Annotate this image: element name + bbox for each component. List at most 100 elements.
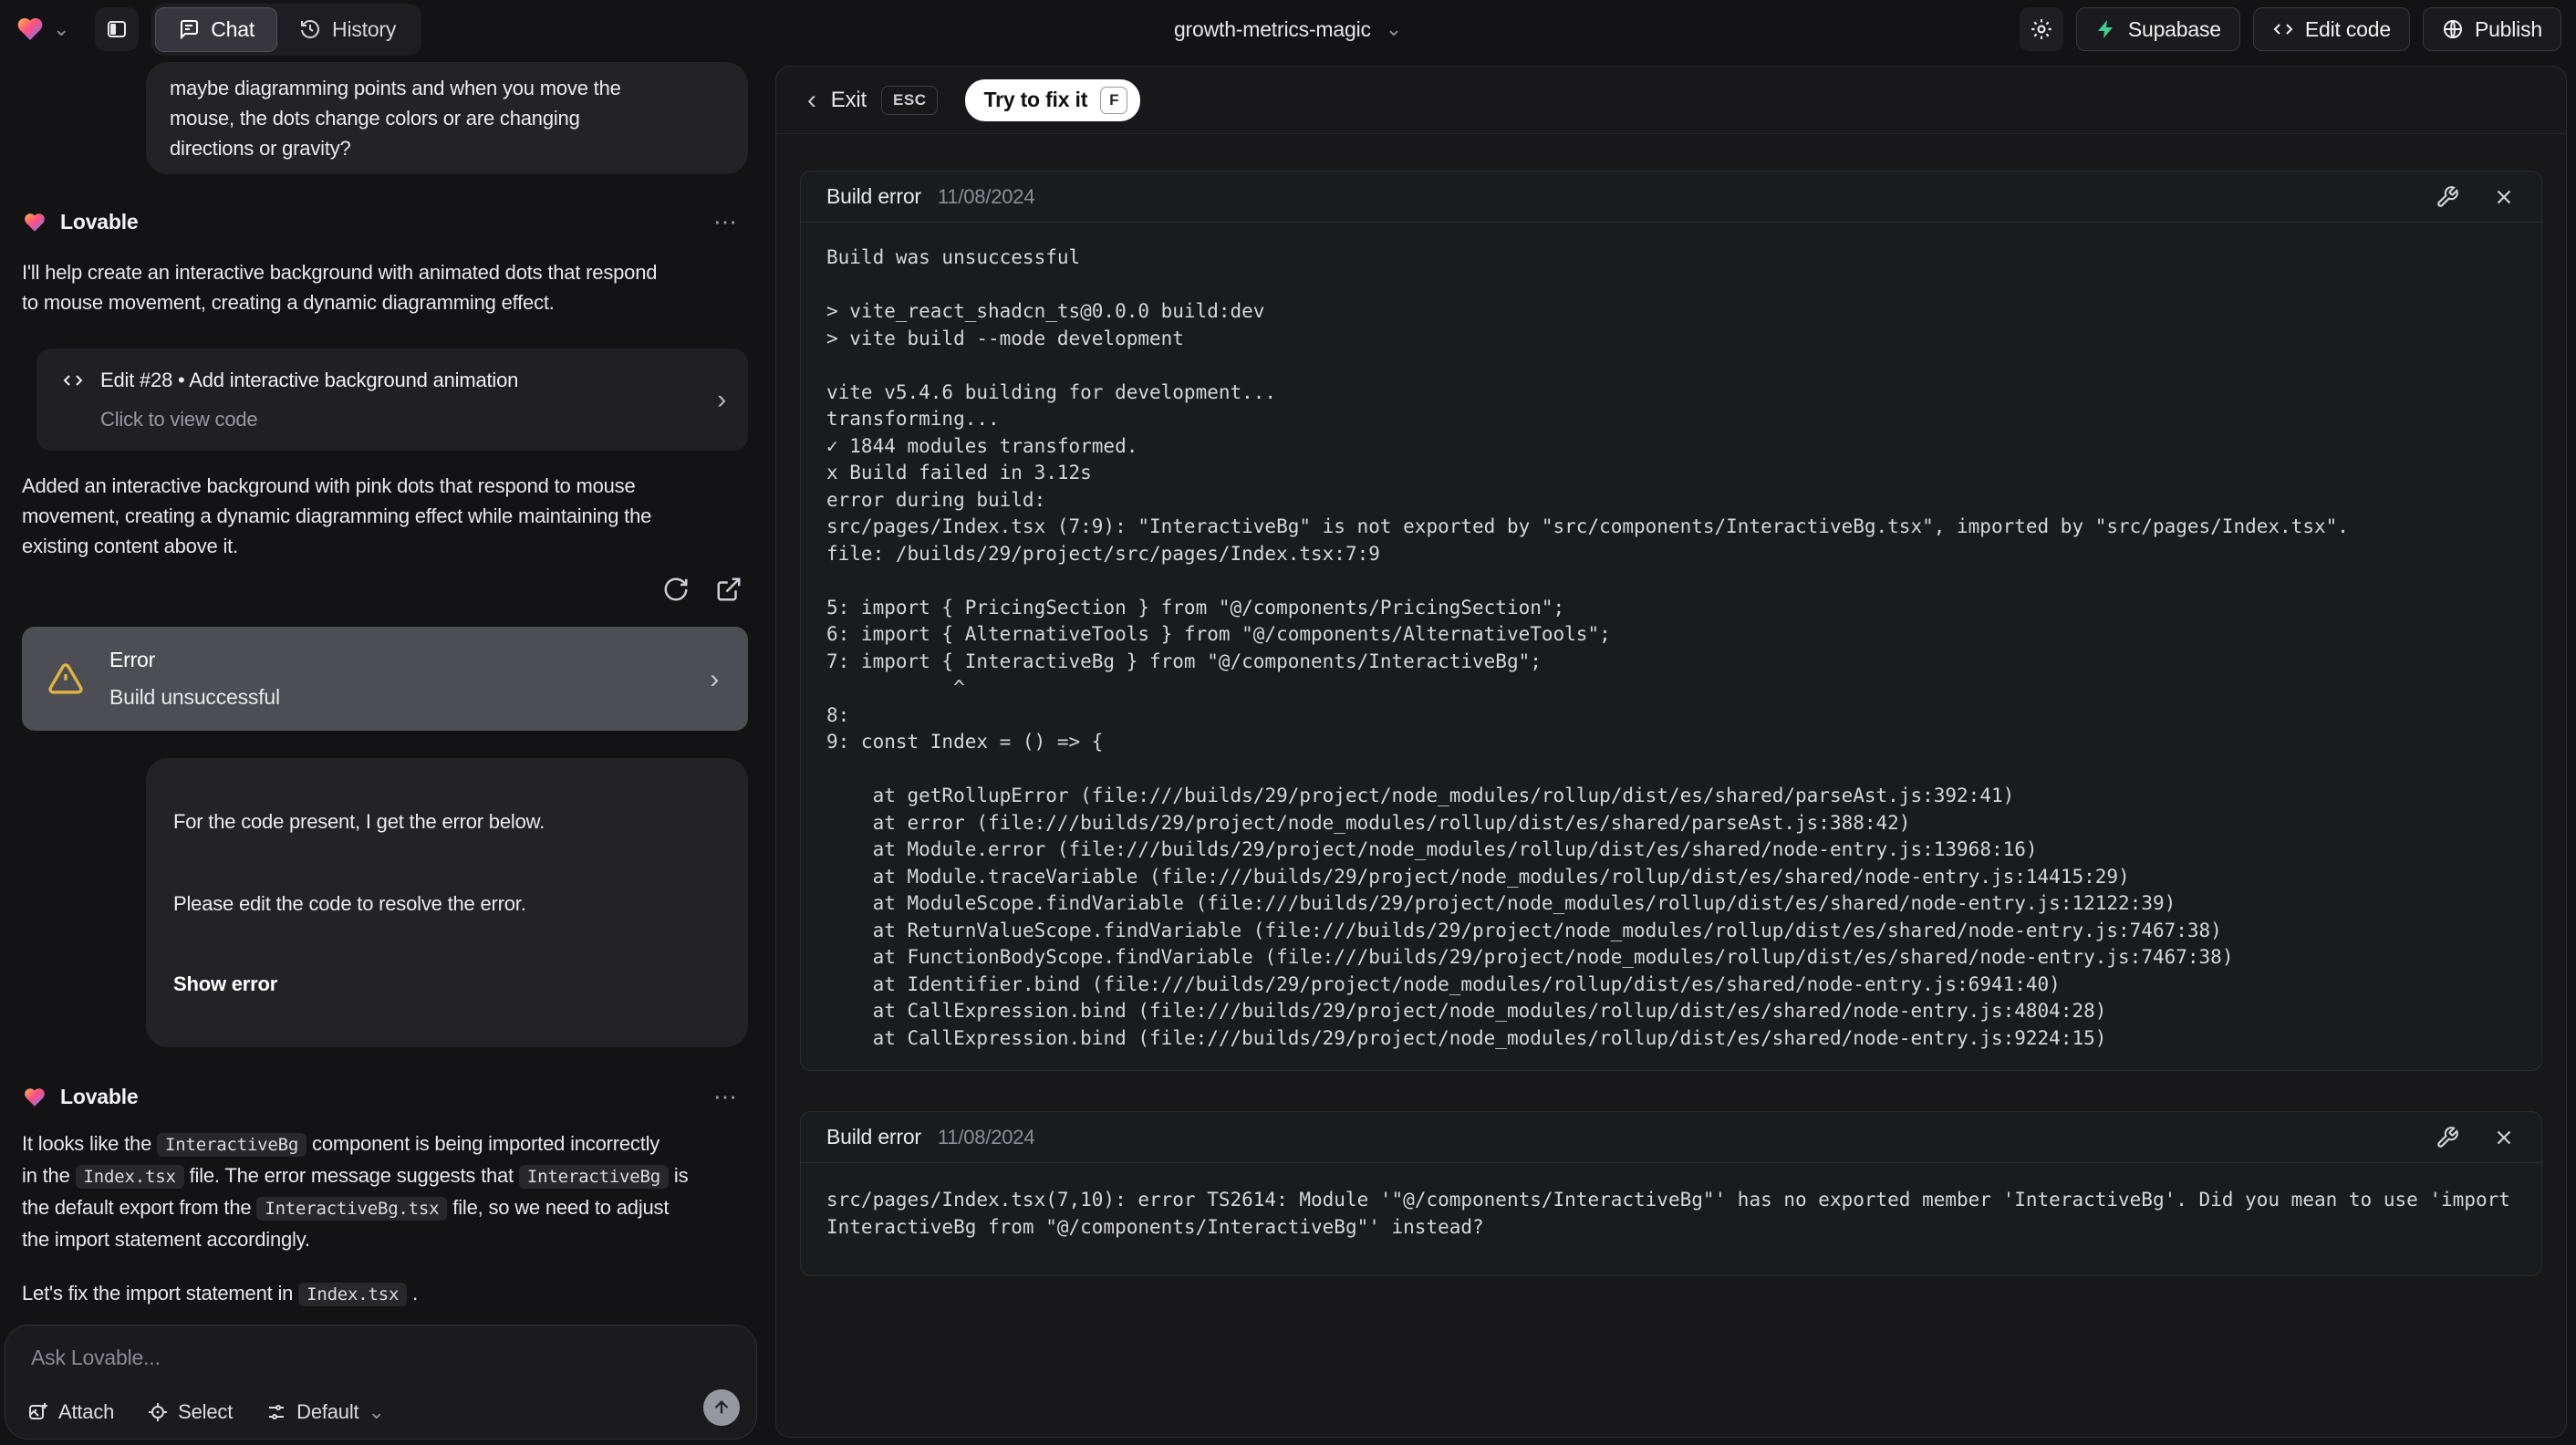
attach-label: Attach — [58, 1400, 115, 1423]
attach-image-icon — [27, 1401, 49, 1423]
chevron-down-icon: ⌄ — [53, 17, 70, 40]
edit-28-subtitle: Click to view code — [100, 408, 258, 431]
sidebar-panel-icon — [106, 18, 128, 40]
build-error-card-2-body: src/pages/Index.tsx(7,10): error TS2614:… — [801, 1163, 2541, 1275]
settings-button[interactable] — [2019, 7, 2063, 51]
inline-code: Index.tsx — [298, 1283, 408, 1306]
user-text: For the code present, I get the error be… — [173, 810, 545, 833]
lovable-heart-avatar — [22, 211, 47, 234]
assistant-text: It looks like the InteractiveBg componen… — [22, 1132, 689, 1251]
show-error-link[interactable]: Show error — [173, 969, 721, 999]
assistant-name: Lovable — [60, 210, 139, 234]
build-error-date: 11/08/2024 — [937, 184, 1035, 208]
default-label: Default — [296, 1400, 359, 1423]
history-clock-icon — [299, 18, 321, 40]
error-overlay-body: Build error 11/08/2024 Build was unsucce… — [776, 134, 2566, 1313]
chat-bubble-icon — [178, 18, 200, 40]
try-to-fix-button[interactable]: Try to fix it F — [965, 78, 1141, 121]
arrow-up-icon — [712, 1398, 732, 1418]
tab-history[interactable]: History — [277, 7, 418, 52]
chevron-right-icon: › — [710, 663, 719, 694]
supabase-label: Supabase — [2127, 16, 2221, 41]
fix-wrench-button[interactable] — [2436, 185, 2459, 209]
project-name: growth-metrics-magic — [1173, 16, 1371, 41]
assistant-message-header: Lovable ⋯ — [22, 207, 748, 237]
project-name-dropdown[interactable]: growth-metrics-magic ⌄ — [1174, 0, 1402, 58]
close-icon[interactable] — [2492, 185, 2516, 209]
inline-code: InteractiveBg — [518, 1165, 669, 1189]
try-to-fix-label: Try to fix it — [983, 88, 1088, 111]
supabase-button[interactable]: Supabase — [2075, 7, 2240, 51]
restore-version-button[interactable] — [662, 576, 690, 603]
default-mode-dropdown[interactable]: Default ⌄ — [265, 1400, 385, 1424]
build-error-card-2-header: Build error 11/08/2024 — [801, 1112, 2541, 1163]
attach-button[interactable]: Attach — [27, 1400, 114, 1424]
assistant-text: Let's fix the import statement in Index.… — [22, 1282, 419, 1306]
tab-chat-label: Chat — [211, 16, 255, 41]
sliders-icon — [265, 1401, 287, 1423]
warning-triangle-icon — [47, 660, 84, 697]
chevron-right-icon: › — [717, 384, 726, 415]
select-label: Select — [178, 1400, 234, 1423]
build-error-banner[interactable]: Error Build unsuccessful › — [22, 627, 748, 731]
chat-input-box[interactable]: Ask Lovable... Attach Select Default ⌄ — [5, 1325, 757, 1440]
close-icon[interactable] — [2492, 1126, 2516, 1149]
build-log: Build was unsuccessful > vite_react_shad… — [826, 246, 2349, 1049]
select-button[interactable]: Select — [147, 1400, 233, 1424]
topbar: ⌄ Chat History growth-metrics-magic ⌄ Su… — [0, 0, 2576, 58]
code-brackets-icon — [2272, 18, 2294, 40]
fix-wrench-button[interactable] — [2436, 1126, 2459, 1149]
error-subtitle: Build unsuccessful — [109, 685, 280, 709]
topbar-actions: Supabase Edit code Publish — [2019, 7, 2561, 51]
lovable-logo-menu[interactable]: ⌄ — [15, 15, 69, 44]
send-message-button[interactable] — [703, 1389, 740, 1426]
assistant-name: Lovable — [60, 1085, 139, 1108]
exit-button[interactable]: ‹ Exit ESC — [807, 84, 939, 115]
publish-label: Publish — [2474, 16, 2542, 41]
tab-history-label: History — [332, 16, 397, 41]
chat-input-actions: Attach Select Default ⌄ — [27, 1400, 385, 1424]
build-error-card-1-body: Build was unsuccessful > vite_react_shad… — [801, 223, 2541, 1070]
globe-icon — [2442, 18, 2464, 40]
message-menu-button[interactable]: ⋯ — [713, 1082, 739, 1112]
gear-icon — [2030, 17, 2053, 41]
chevron-left-icon: ‹ — [807, 84, 816, 115]
lovable-heart-avatar — [22, 1086, 47, 1109]
supabase-bolt-icon — [2095, 18, 2117, 40]
inline-code: Index.tsx — [75, 1165, 184, 1189]
tab-chat[interactable]: Chat — [155, 6, 278, 52]
message-menu-button[interactable]: ⋯ — [713, 207, 739, 237]
build-log: src/pages/Index.tsx(7,10): error TS2614:… — [826, 1189, 2510, 1238]
edit-code-button[interactable]: Edit code — [2252, 7, 2410, 51]
publish-button[interactable]: Publish — [2422, 7, 2561, 51]
edit-code-label: Edit code — [2304, 16, 2391, 41]
inline-code: InteractiveBg.tsx — [256, 1197, 448, 1221]
sidebar-toggle-button[interactable] — [95, 7, 140, 51]
f-key-badge: F — [1100, 86, 1128, 114]
chevron-down-icon: ⌄ — [368, 1400, 385, 1423]
build-error-card-1: Build error 11/08/2024 Build was unsucce… — [800, 171, 2542, 1071]
error-overlay-header: ‹ Exit ESC Try to fix it F — [776, 67, 2566, 134]
build-error-date: 11/08/2024 — [937, 1125, 1035, 1149]
code-brackets-icon — [60, 369, 86, 391]
chat-messages[interactable]: maybe diagramming points and when you mo… — [0, 58, 764, 1319]
message-actions — [22, 576, 748, 603]
lovable-heart-logo-icon — [15, 15, 46, 44]
assistant-message-header: Lovable ⋯ — [22, 1082, 748, 1112]
edit-28-card[interactable]: Edit #28 • Add interactive background an… — [36, 348, 748, 451]
user-message: maybe diagramming points and when you mo… — [146, 62, 748, 174]
edit-28-title: Edit #28 • Add interactive background an… — [100, 369, 519, 391]
view-tab-group: Chat History — [151, 3, 422, 56]
error-overlay-panel: ‹ Exit ESC Try to fix it F Build error 1… — [775, 66, 2567, 1438]
error-title: Error — [109, 648, 156, 671]
chat-panel: maybe diagramming points and when you mo… — [0, 58, 764, 1445]
assistant-text: I'll help create an interactive backgrou… — [22, 261, 658, 314]
build-error-title: Build error — [826, 184, 921, 208]
exit-label: Exit — [830, 87, 867, 112]
open-preview-button[interactable] — [715, 576, 743, 603]
build-error-card-2: Build error 11/08/2024 src/pages/Index.t… — [800, 1111, 2542, 1276]
chat-input-placeholder[interactable]: Ask Lovable... — [31, 1346, 161, 1370]
build-error-card-1-header: Build error 11/08/2024 — [801, 172, 2541, 223]
build-error-title: Build error — [826, 1125, 921, 1149]
inline-code: InteractiveBg — [157, 1133, 307, 1157]
